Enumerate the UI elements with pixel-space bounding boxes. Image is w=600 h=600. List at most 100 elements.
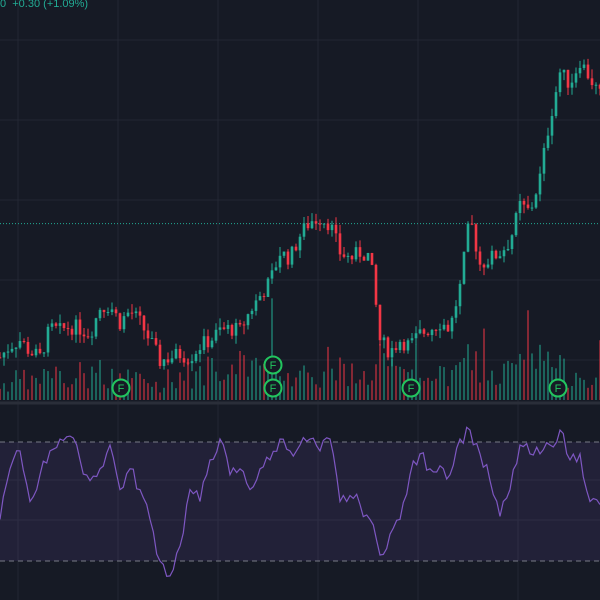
event-marker-label: F — [118, 383, 125, 395]
volume-bar — [315, 384, 317, 400]
candle-body — [382, 337, 386, 341]
candle-body — [326, 223, 330, 231]
candle-body — [578, 67, 582, 74]
candle-body — [290, 246, 294, 265]
candle-body — [10, 348, 14, 352]
candle-body — [82, 334, 86, 337]
volume-bar — [99, 359, 101, 400]
candle-body — [582, 64, 586, 68]
candle-body — [158, 344, 162, 366]
candle-body — [362, 256, 366, 261]
candle-body — [314, 221, 318, 224]
volume-bar — [479, 382, 481, 400]
candle-body — [0, 357, 2, 359]
volume-bar — [591, 384, 593, 400]
volume-bar — [235, 374, 237, 400]
legend-last-digit: 0 — [0, 0, 7, 10]
candle-body — [306, 223, 310, 229]
volume-bar — [399, 366, 401, 400]
price-legend: 0 +0.30 (+1.09%) — [0, 0, 88, 10]
volume-bar — [291, 386, 293, 400]
candle-body — [182, 358, 186, 363]
candle-body — [242, 324, 246, 326]
volume-bar — [0, 388, 1, 400]
volume-bar — [255, 357, 257, 400]
candle-body — [330, 224, 334, 231]
volume-bar — [95, 372, 97, 400]
volume-bar — [327, 346, 329, 400]
volume-bar — [439, 366, 441, 400]
candle-body — [126, 312, 130, 317]
volume-bar — [35, 377, 37, 400]
volume-bar — [179, 372, 181, 400]
candle-body — [562, 69, 566, 73]
volume-bar — [443, 367, 445, 400]
volume-bar — [299, 370, 301, 400]
candle-body — [394, 348, 398, 351]
candle-body — [254, 300, 258, 311]
volume-bar — [83, 373, 85, 400]
volume-bar — [339, 357, 341, 400]
candle-body — [594, 84, 598, 86]
volume-bar — [39, 383, 41, 400]
candle-body — [442, 324, 446, 330]
candle-body — [162, 359, 166, 366]
candle-body — [586, 64, 590, 79]
candle-body — [398, 341, 402, 351]
candle-body — [46, 326, 50, 353]
volume-bar — [223, 379, 225, 400]
event-marker-label: F — [270, 360, 277, 372]
volume-bar — [463, 357, 465, 400]
volume-bar — [131, 378, 133, 400]
candle-body — [14, 347, 18, 349]
candle-body — [114, 309, 118, 314]
volume-bar — [371, 380, 373, 400]
candle-body — [546, 135, 550, 148]
volume-bar — [55, 366, 57, 400]
chart-canvas[interactable]: F FFF F — [0, 0, 600, 600]
volume-bar — [247, 376, 249, 400]
event-marker-label: F — [408, 383, 415, 395]
candle-body — [298, 236, 302, 251]
candle-body — [366, 252, 370, 261]
volume-bar — [163, 387, 165, 400]
candle-body — [110, 309, 114, 313]
volume-bar — [343, 363, 345, 400]
candle-body — [346, 255, 350, 257]
candle-body — [522, 201, 526, 205]
volume-bar — [447, 386, 449, 400]
candle-body — [6, 351, 10, 353]
candle-body — [122, 316, 126, 330]
volume-bar — [167, 369, 169, 400]
candle-body — [78, 319, 82, 335]
candle-body — [414, 333, 418, 339]
candle-body — [486, 264, 490, 268]
volume-bar — [495, 384, 497, 400]
volume-bar — [359, 379, 361, 400]
candle-body — [446, 324, 450, 332]
volume-bar — [259, 365, 261, 400]
candle-body — [94, 318, 98, 337]
candle-body — [22, 341, 26, 343]
candle-body — [62, 323, 66, 329]
volume-bar — [79, 362, 81, 400]
candle-body — [374, 264, 378, 305]
candle-body — [210, 340, 214, 348]
volume-bar — [387, 366, 389, 400]
volume-bar — [103, 384, 105, 400]
volume-bar — [171, 382, 173, 400]
candle-body — [258, 296, 262, 301]
candle-body — [490, 250, 494, 265]
volume-bar — [543, 360, 545, 400]
candle-body — [222, 327, 226, 329]
volume-bar — [295, 377, 297, 400]
volume-bar — [503, 363, 505, 400]
candle-body — [506, 248, 510, 251]
candle-body — [550, 116, 554, 136]
volume-bar — [355, 383, 357, 400]
volume-bar — [579, 377, 581, 400]
candle-body — [186, 362, 190, 364]
candle-body — [438, 329, 442, 331]
volume-bar — [379, 344, 381, 400]
volume-bar — [243, 355, 245, 400]
